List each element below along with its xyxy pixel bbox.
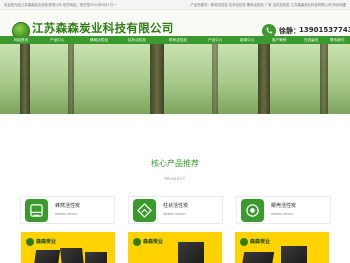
product-brand: 森森炭业: [143, 239, 164, 245]
main-nav: 网站首页 产品中心 蜂窝活性炭 柱状活性炭 粉状活性炭 产品中心 新闻中心 客户…: [0, 36, 350, 44]
category-card-coconut[interactable]: 椰壳活性炭 weeee carbon: [236, 196, 331, 224]
category-en: weeee carbon: [163, 212, 186, 216]
company-name[interactable]: 江苏森森炭业科技有限公司: [32, 20, 174, 36]
nav-item[interactable]: 新闻中心: [240, 38, 254, 43]
brand-logo-icon: [240, 238, 248, 246]
category-name: 柱状活性炭: [163, 203, 189, 209]
section-subtitle: PRODUCT: [164, 177, 186, 181]
carbon-block: [33, 250, 61, 263]
carbon-block: [241, 252, 275, 263]
product-brand: 森森炭业: [250, 239, 271, 245]
top-info-bar: 欢迎您光临江苏森森炭业科技有限公司 官方网站。现在是2019年5月1日一 产品关…: [0, 0, 350, 10]
product-image[interactable]: 森森炭业: [128, 232, 222, 263]
nav-item[interactable]: 产品中心: [208, 38, 222, 43]
nav-item[interactable]: 联系我们: [330, 38, 344, 43]
nav-item[interactable]: 柱状活性炭: [128, 38, 146, 43]
carbon-block: [85, 252, 107, 263]
tree-trunk: [68, 44, 74, 114]
tree-trunk: [20, 44, 30, 114]
hero-banner[interactable]: [0, 44, 350, 114]
carbon-block: [60, 248, 84, 263]
tree-trunk: [150, 44, 164, 114]
category-name: 椰壳活性炭: [271, 203, 297, 209]
category-en: weeee carbon: [55, 212, 78, 216]
welcome-text: 欢迎您光临江苏森森炭业科技有限公司 官方网站。现在是2019年5月1日一: [4, 3, 117, 7]
tree-trunk: [258, 44, 270, 114]
product-image[interactable]: 森森炭业: [235, 232, 329, 263]
site-header: 江苏森森炭业科技有限公司 JIANGSU SENSEN CARBON INDUS…: [0, 10, 350, 40]
phone-label: 徐静：: [279, 27, 300, 35]
carbon-block: [178, 242, 204, 263]
phone-number: 13901537743: [299, 26, 350, 34]
category-card-columnar[interactable]: 柱状活性炭 weeee carbon: [128, 196, 223, 224]
nav-item[interactable]: 在线留言: [304, 38, 318, 43]
nav-item[interactable]: 蜂窝活性炭: [90, 38, 108, 43]
tree-trunk: [320, 44, 328, 114]
category-en: weeee carbon: [271, 212, 294, 216]
brand-logo-icon: [26, 238, 34, 246]
category-card-honeycomb[interactable]: 蜂窝活性炭 weeee carbon: [20, 196, 115, 224]
target-icon: [241, 199, 264, 222]
tree-trunk: [212, 44, 218, 114]
nav-item[interactable]: 粉状活性炭: [169, 38, 187, 43]
nav-item[interactable]: 产品中心: [50, 38, 64, 43]
category-name: 蜂窝活性炭: [55, 203, 81, 209]
honeycomb-icon: [25, 199, 48, 222]
brand-logo-icon: [133, 238, 141, 246]
nav-item[interactable]: 客户案例: [272, 38, 286, 43]
nav-item[interactable]: 网站首页: [14, 38, 28, 43]
carbon-block: [281, 246, 307, 263]
product-image[interactable]: 森森炭业: [21, 232, 115, 263]
keywords-text: 产品关键词：蜂窝活性炭 柱状活性炭 椰壳活性炭 厂家 活性炭批发 江苏森森炭业科…: [190, 3, 346, 7]
product-brand: 森森炭业: [36, 239, 57, 245]
diamond-icon: [133, 199, 156, 222]
section-title: 核心产品推荐: [151, 159, 199, 168]
